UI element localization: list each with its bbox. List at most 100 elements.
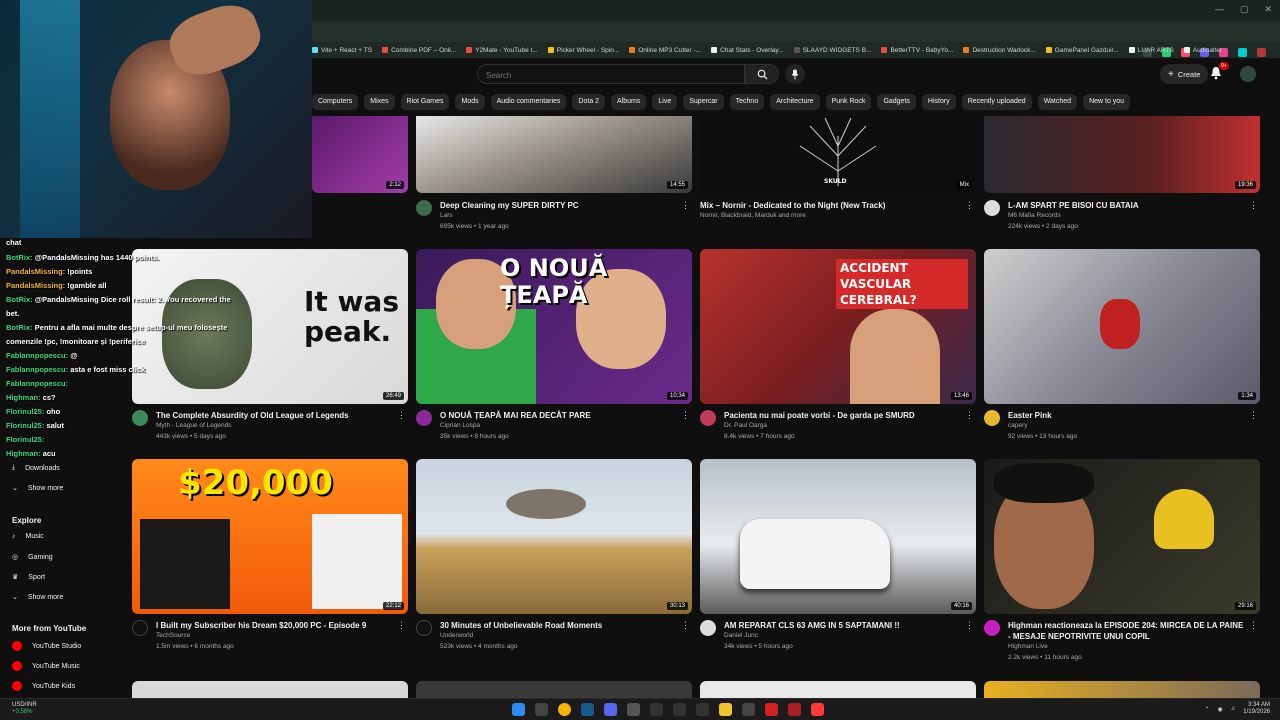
video-title[interactable]: I Built my Subscriber his Dream $20,000 …: [156, 620, 396, 631]
app-icon[interactable]: [788, 703, 801, 716]
more-options-icon[interactable]: ⋮: [1249, 200, 1258, 211]
channel-avatar[interactable]: [984, 410, 1000, 426]
video-title[interactable]: Easter Pink: [1008, 410, 1248, 421]
chip[interactable]: Gadgets: [877, 94, 916, 110]
video-title[interactable]: Mix – Nornir - Dedicated to the Night (N…: [700, 200, 940, 211]
more-options-icon[interactable]: ⋮: [965, 620, 974, 631]
chip[interactable]: Live: [652, 94, 678, 110]
search-icon[interactable]: [535, 703, 548, 716]
video-title[interactable]: 30 Minutes of Unbelievable Road Moments: [440, 620, 680, 631]
app-icon[interactable]: [811, 703, 824, 716]
more-options-icon[interactable]: ⋮: [681, 620, 690, 631]
chip[interactable]: History: [921, 94, 956, 110]
chip[interactable]: Mixes: [364, 94, 395, 110]
sidebar-show-more[interactable]: ⌄ Show more: [12, 593, 63, 602]
chip[interactable]: Supercar: [683, 94, 724, 110]
tab-strip[interactable]: — ▢ ✕: [312, 0, 1280, 20]
channel-avatar[interactable]: [416, 620, 432, 636]
chip[interactable]: Punk Rock: [825, 94, 872, 110]
video-thumbnail[interactable]: 40:16: [700, 459, 976, 614]
address-bar[interactable]: [312, 22, 1280, 57]
channel-avatar[interactable]: [132, 410, 148, 426]
chip[interactable]: Recently uploaded: [961, 94, 1032, 110]
app-icon[interactable]: [673, 703, 686, 716]
sidebar-item-sport[interactable]: ♛ Sport: [12, 573, 45, 582]
channel-avatar[interactable]: [416, 200, 432, 216]
video-title[interactable]: L-AM SPART PE BISOI CU BATAIA: [1008, 200, 1248, 211]
minimize-icon[interactable]: —: [1215, 4, 1224, 15]
channel-avatar[interactable]: [700, 620, 716, 636]
video-thumbnail[interactable]: 2:12: [312, 116, 408, 193]
sidebar-item-music[interactable]: ♪ Music: [12, 533, 44, 540]
clock[interactable]: 3:34 AM 1/19/2026: [1243, 702, 1270, 716]
video-title[interactable]: Pacienta nu mai poate vorbi - De garda p…: [724, 410, 964, 421]
video-title[interactable]: Deep Cleaning my SUPER DIRTY PC: [440, 200, 680, 211]
channel-name[interactable]: Lars: [440, 212, 453, 219]
video-thumbnail[interactable]: 30:13: [416, 459, 692, 614]
video-title[interactable]: AM REPARAT CLS 63 AMG IN 5 SAPTAMANI !!: [724, 620, 964, 631]
bookmark[interactable]: Picker Wheel - Spin...: [547, 47, 619, 54]
sidebar-item-downloads[interactable]: ⤓ Downloads: [12, 464, 60, 472]
video-title[interactable]: O NOUĂ ȚEAPĂ MAI REA DECÂT PARE: [440, 410, 680, 421]
channel-avatar[interactable]: [416, 410, 432, 426]
channel-avatar[interactable]: [132, 620, 148, 636]
more-options-icon[interactable]: ⋮: [965, 200, 974, 211]
sidebar-item-music-app[interactable]: YouTube Music: [12, 661, 80, 671]
video-thumbnail[interactable]: ACCIDENT VASCULAR CEREBRAL? 13:46: [700, 249, 976, 404]
app-icon[interactable]: [765, 703, 778, 716]
chip[interactable]: Watched: [1037, 94, 1078, 110]
channel-avatar[interactable]: [984, 620, 1000, 636]
folder-icon[interactable]: [719, 703, 732, 716]
voice-search-button[interactable]: [785, 64, 805, 84]
search-button[interactable]: [745, 64, 779, 84]
discord-icon[interactable]: [604, 703, 617, 716]
chip[interactable]: Architecture: [770, 94, 820, 110]
close-icon[interactable]: ✕: [1264, 4, 1272, 15]
search-input[interactable]: [478, 66, 744, 85]
more-options-icon[interactable]: ⋮: [1249, 410, 1258, 421]
bookmark[interactable]: Online MP3 Cutter -...: [629, 47, 701, 54]
video-thumbnail[interactable]: [984, 681, 1260, 698]
app-icon[interactable]: [650, 703, 663, 716]
more-options-icon[interactable]: ⋮: [681, 410, 690, 421]
channel-name[interactable]: Ciprian Lospa: [440, 422, 480, 429]
chip[interactable]: Computers: [312, 94, 359, 110]
create-button[interactable]: + Create: [1160, 64, 1209, 84]
app-icon[interactable]: [742, 703, 755, 716]
steam-icon[interactable]: [581, 703, 594, 716]
more-options-icon[interactable]: ⋮: [681, 200, 690, 211]
channel-name[interactable]: Daniel Junc: [724, 632, 758, 639]
video-thumbnail[interactable]: [700, 681, 976, 698]
channel-name[interactable]: Dr. Paul Oarga: [724, 422, 767, 429]
chip[interactable]: New to you: [1083, 94, 1131, 110]
chip[interactable]: Techno: [729, 94, 765, 110]
more-options-icon[interactable]: ⋮: [397, 410, 406, 421]
sidebar-item-gaming[interactable]: ◎ Gaming: [12, 553, 53, 562]
wifi-icon[interactable]: ◉: [1218, 706, 1223, 713]
bookmark[interactable]: SLAAYD WIDGETS B...: [793, 47, 871, 54]
channel-name[interactable]: Nornir, Blackbraid, Marduk and more: [700, 212, 806, 219]
bookmark[interactable]: BetterTTV - BabyYo...: [881, 47, 953, 54]
sidebar-show-more[interactable]: ⌄ Show more: [12, 484, 63, 493]
steam-icon[interactable]: [627, 703, 640, 716]
channel-avatar[interactable]: [984, 200, 1000, 216]
chrome-icon[interactable]: [558, 703, 571, 716]
chip[interactable]: Dota 2: [572, 94, 606, 110]
chip[interactable]: Mods: [455, 94, 485, 110]
stock-ticker[interactable]: USD/INR +0.58%: [12, 702, 37, 716]
bookmark[interactable]: Combine PDF – Onli...: [382, 47, 456, 54]
chip[interactable]: Riot Games: [400, 94, 450, 110]
channel-name[interactable]: TechSource: [156, 632, 190, 639]
video-thumbnail[interactable]: [132, 681, 408, 698]
video-thumbnail[interactable]: $20,000 22:12: [132, 459, 408, 614]
bookmark[interactable]: Chat Stats - Overlay...: [711, 47, 784, 54]
video-thumbnail[interactable]: 19:36: [984, 116, 1260, 193]
channel-name[interactable]: capery: [1008, 422, 1028, 429]
chip[interactable]: Albums: [611, 94, 647, 110]
bookmark[interactable]: LUAR ARTS: [1128, 47, 1174, 54]
more-options-icon[interactable]: ⋮: [397, 620, 406, 631]
video-thumbnail[interactable]: 29:16: [984, 459, 1260, 614]
video-thumbnail[interactable]: 1:34: [984, 249, 1260, 404]
video-thumbnail[interactable]: [416, 681, 692, 698]
video-thumbnail[interactable]: O NOUĂ ȚEAPĂ 10:34: [416, 249, 692, 404]
